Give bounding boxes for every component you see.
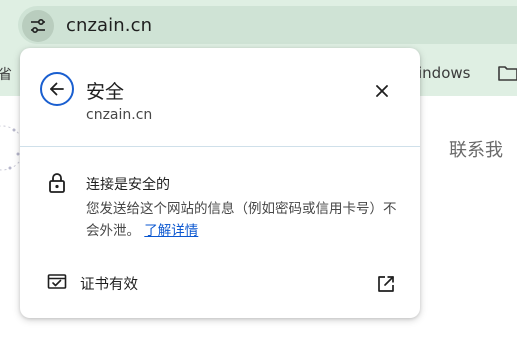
connection-status: 连接是安全的 [86, 177, 170, 193]
arrow-left-icon [50, 82, 64, 96]
certificate-icon [47, 273, 67, 295]
open-in-new-icon[interactable] [376, 274, 396, 298]
contact-link[interactable]: 联系我 [449, 136, 503, 162]
close-button[interactable] [372, 81, 392, 101]
tune-icon [31, 18, 45, 34]
folder-icon[interactable] [497, 64, 517, 86]
back-button[interactable] [40, 72, 74, 106]
site-info-popup: 安全 cnzain.cn 连接是安全的 您发送给这个网站的信息（例如密码或信用卡… [20, 48, 420, 318]
bookmark-item-windows[interactable]: indows [418, 64, 470, 82]
divider [20, 146, 420, 147]
bookmark-item[interactable]: 省 [0, 64, 12, 84]
learn-more-link[interactable]: 了解详情 [144, 223, 198, 239]
connection-description: 您发送给这个网站的信息（例如密码或信用卡号）不会外泄。 了解详情 [86, 198, 400, 242]
close-icon [376, 85, 388, 97]
popup-title: 安全 [86, 81, 125, 103]
connection-description-text: 您发送给这个网站的信息（例如密码或信用卡号）不会外泄。 [86, 201, 397, 239]
popup-site: cnzain.cn [86, 107, 153, 123]
certificate-status[interactable]: 证书有效 [80, 273, 138, 294]
lock-icon [48, 172, 66, 198]
site-info-button[interactable] [22, 10, 54, 42]
address-url[interactable]: cnzain.cn [66, 15, 152, 36]
